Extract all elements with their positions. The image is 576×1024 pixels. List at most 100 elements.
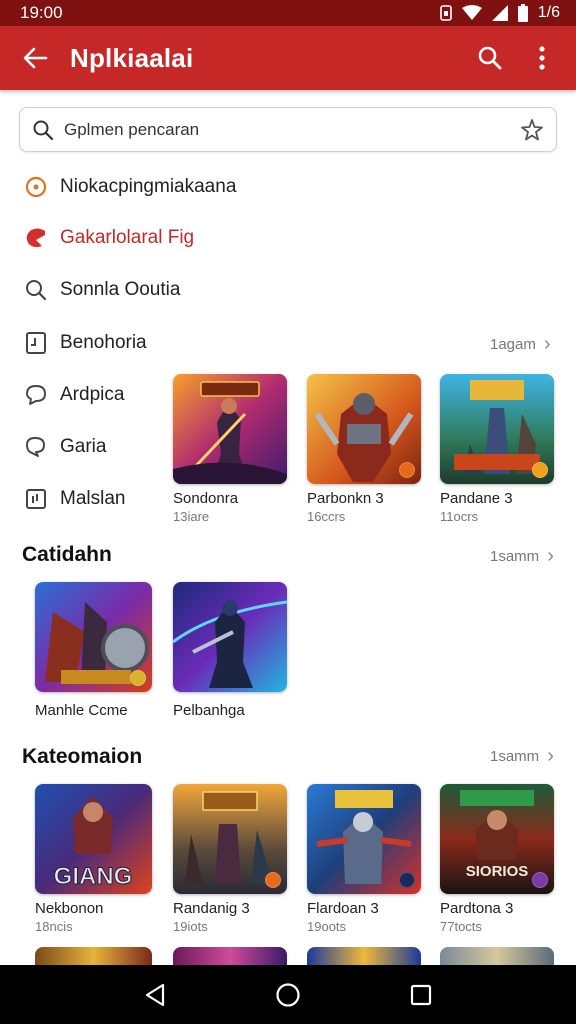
- menu-item-7[interactable]: Malslan: [20, 477, 125, 521]
- game-card[interactable]: Pandane 3 11ocrs: [440, 374, 554, 524]
- system-nav-bar: [0, 965, 576, 1024]
- see-all-catidahn[interactable]: 1samm ›: [490, 545, 554, 568]
- game-thumbnail: [173, 374, 287, 484]
- menu-item-label: Gakarlolaral Fig: [60, 227, 195, 248]
- menu-item-label: Malslan: [60, 488, 126, 509]
- game-sub: 13iare: [173, 509, 210, 524]
- game-sub: 19oots: [307, 919, 347, 934]
- game-thumbnail: [173, 582, 287, 692]
- menu-item-label: Ardpica: [60, 384, 125, 405]
- back-nav-icon[interactable]: [144, 983, 166, 1007]
- menu-item-6[interactable]: Garia: [20, 425, 106, 469]
- game-name: Sondonra: [173, 490, 239, 507]
- section-title: Kateomaion: [22, 745, 143, 768]
- chevron-right-icon: ›: [547, 545, 554, 567]
- game-thumbnail: SIORIOS: [440, 784, 554, 894]
- badge-icon: [130, 670, 146, 686]
- battery-icon: [517, 4, 528, 22]
- see-all-label: 1samm: [490, 748, 540, 765]
- game-sub: 16ccrs: [307, 509, 346, 524]
- badge-icon: [399, 872, 415, 888]
- more-button[interactable]: [516, 26, 568, 90]
- menu-item-1[interactable]: Niokacpingmiakaana: [20, 165, 236, 209]
- menu-item-label: Niokacpingmiakaana: [60, 176, 237, 197]
- menu-item-4[interactable]: Benohoria: [20, 321, 147, 365]
- chevron-right-icon: ›: [547, 745, 554, 767]
- home-nav-icon[interactable]: [275, 982, 301, 1008]
- wifi-icon: [461, 5, 482, 20]
- book-icon: [20, 327, 52, 359]
- game-name: Pandane 3: [440, 490, 513, 507]
- menu-item-5[interactable]: Ardpica: [20, 373, 124, 417]
- game-card[interactable]: Flardoan 3 19oots: [307, 784, 421, 934]
- game-sub: 11ocrs: [440, 509, 479, 524]
- game-name: Randanig 3: [173, 900, 250, 917]
- game-thumbnail-partial[interactable]: [35, 947, 152, 965]
- recents-nav-icon[interactable]: [410, 984, 432, 1006]
- see-all-row1[interactable]: 1agam ›: [490, 333, 551, 356]
- signal-icon: [491, 5, 508, 21]
- search-icon: [478, 46, 502, 70]
- badge-icon: [532, 872, 548, 888]
- status-text: 1/6: [537, 4, 560, 21]
- menu-item-3[interactable]: Sonnla Ooutia: [20, 268, 180, 312]
- menu-item-label: Garia: [60, 436, 107, 457]
- banner-text: SIORIOS: [466, 863, 529, 880]
- search-input[interactable]: [64, 119, 520, 140]
- voice-star-icon[interactable]: [520, 118, 544, 142]
- game-thumbnail-partial[interactable]: [440, 947, 554, 965]
- game-sub: 77tocts: [440, 919, 482, 934]
- game-name: Manhle Ccme: [35, 702, 128, 719]
- badge-icon: [399, 462, 415, 478]
- game-thumbnail: [35, 582, 152, 692]
- back-button[interactable]: [0, 26, 70, 90]
- game-card[interactable]: Randanig 3 19iots: [173, 784, 287, 934]
- game-card[interactable]: Sondonra 13iare: [173, 374, 287, 524]
- game-card[interactable]: Parbonkn 3 16ccrs: [307, 374, 421, 524]
- game-card[interactable]: Pelbanhga: [173, 582, 287, 719]
- search-icon: [20, 274, 52, 306]
- menu-item-2[interactable]: Gakarlolaral Fig: [20, 216, 194, 260]
- game-thumbnail-partial[interactable]: [173, 947, 287, 965]
- search-icon: [33, 120, 54, 140]
- status-icons: 1/6: [439, 4, 560, 22]
- menu-item-label: Benohoria: [60, 332, 147, 353]
- more-vert-icon: [539, 46, 545, 70]
- menu-item-label: Sonnla Ooutia: [60, 279, 181, 300]
- chevron-right-icon: ›: [543, 333, 551, 355]
- search-button[interactable]: [464, 26, 516, 90]
- see-all-kateomaion[interactable]: 1samm ›: [490, 745, 554, 768]
- chat-icon: [20, 379, 52, 411]
- game-name: Flardoan 3: [307, 900, 379, 917]
- game-name: Pelbanhga: [173, 702, 245, 719]
- chat-icon: [20, 431, 52, 463]
- game-card[interactable]: Manhle Ccme: [35, 582, 152, 719]
- game-card[interactable]: GIANG Nekbonon 18ncis: [35, 784, 152, 934]
- app-bar: Nplkiaalai: [0, 26, 576, 90]
- game-thumbnail: [307, 784, 421, 894]
- game-name: Nekbonon: [35, 900, 104, 917]
- game-thumbnail: GIANG: [35, 784, 152, 894]
- sim-icon: [439, 5, 452, 21]
- banner-text: GIANG: [54, 863, 133, 890]
- badge-icon: [265, 872, 281, 888]
- chart-icon: [20, 483, 52, 515]
- game-name: Parbonkn 3: [307, 490, 384, 507]
- section-title: Catidahn: [22, 543, 112, 566]
- game-sub: 18ncis: [35, 919, 73, 934]
- game-thumbnail-partial[interactable]: [307, 947, 421, 965]
- game-sub: 19iots: [173, 919, 208, 934]
- clock-icon: [20, 171, 52, 203]
- search-bar[interactable]: [19, 107, 557, 152]
- game-thumbnail: [307, 374, 421, 484]
- red-logo-icon: [20, 222, 52, 254]
- game-thumbnail: [440, 374, 554, 484]
- game-card[interactable]: SIORIOS Pardtona 3 77tocts: [440, 784, 554, 934]
- page-title: Nplkiaalai: [70, 42, 194, 73]
- arrow-left-icon: [23, 47, 48, 69]
- see-all-label: 1agam: [490, 336, 536, 353]
- badge-icon: [532, 462, 548, 478]
- status-time: 19:00: [20, 3, 63, 22]
- status-bar: 19:00 1/6: [0, 0, 576, 26]
- game-thumbnail: [173, 784, 287, 894]
